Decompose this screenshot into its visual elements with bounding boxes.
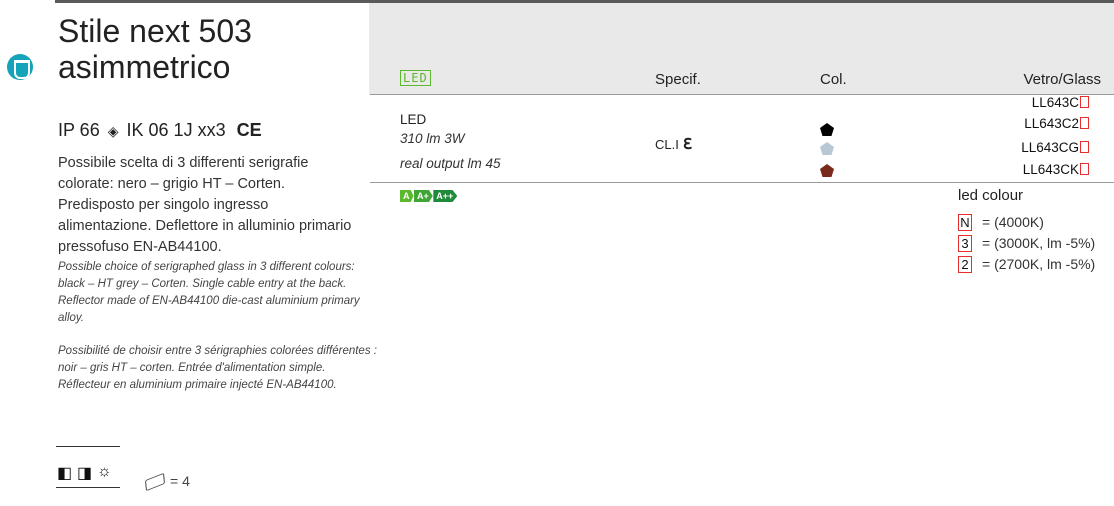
led-colour-placeholder-icon <box>1080 163 1089 175</box>
ce-mark: CE <box>236 120 262 140</box>
table-row-rule <box>370 182 1114 183</box>
legend-key: 2 <box>958 256 972 273</box>
led-spec-output: 310 lm 3W <box>400 131 465 146</box>
led-colour-placeholder-icon <box>1080 141 1089 153</box>
description-italian: Possibile scelta di 3 differenti serigra… <box>58 155 352 255</box>
energy-class-a-plus-plus: A++ <box>433 190 458 202</box>
class-label: CL.I <box>655 137 679 152</box>
package-quantity: = 4 <box>144 473 190 492</box>
color-swatch-grey <box>820 142 834 155</box>
legend-item: 3 = (3000K, lm -5%) <box>958 235 1095 252</box>
protection-ratings: IP 66 ◈ IK 06 1J xx3 CE <box>58 120 262 141</box>
product-code: LL643CG <box>1021 140 1089 155</box>
diamond-icon: ◈ <box>107 123 119 139</box>
led-type: LED <box>400 112 427 127</box>
product-code: LL643C2 <box>1024 116 1089 131</box>
legend-text: = (2700K, lm -5%) <box>982 256 1096 272</box>
description-french: Possibilité de choisir entre 3 sérigraph… <box>58 345 377 391</box>
code-text: LL643CG <box>1021 140 1079 155</box>
legend-text: = (3000K, lm -5%) <box>982 235 1096 251</box>
package-icon <box>144 473 166 492</box>
color-swatch-corten <box>820 164 834 177</box>
class-symbol-icon: ℇ <box>682 136 693 153</box>
header-spec: Specif. <box>655 71 701 88</box>
energy-label: A A+ A++ <box>400 190 458 202</box>
page-title: Stile next 503 asimmetrico <box>58 13 252 85</box>
description-english: Possible choice of serigraphed glass in … <box>58 261 360 324</box>
led-colour-placeholder-icon <box>1080 117 1089 129</box>
led-spec-real-output: real output lm 45 <box>400 156 501 171</box>
title-line-2: asimmetrico <box>58 49 231 85</box>
ik-rating: IK 06 1J xx3 <box>126 120 226 140</box>
energy-class-a: A <box>400 190 414 202</box>
code-text: LL643CK <box>1022 162 1079 177</box>
header-glass: Vetro/Glass <box>1023 71 1101 88</box>
wall-lamp-icon: ◧ <box>57 465 73 482</box>
product-code: LL643CK <box>1023 162 1089 177</box>
ground-light-icon: ☼ <box>97 463 112 480</box>
section-marker-icon <box>7 54 33 80</box>
header-col: Col. <box>820 71 847 88</box>
legend-item: N = (4000K) <box>958 214 1044 231</box>
wall-lamp-light-icon: ◨ <box>77 465 93 482</box>
icons-baseline <box>56 487 120 488</box>
legend-item: 2 = (2700K, lm -5%) <box>958 256 1095 273</box>
ip-rating: IP 66 <box>58 120 100 140</box>
energy-class-a-plus: A+ <box>414 190 433 202</box>
led-header-badge: LED <box>400 70 431 86</box>
table-header-rule <box>370 94 1114 95</box>
led-colour-legend-title: led colour <box>958 187 1024 204</box>
code-text: LL643C <box>1031 95 1079 110</box>
code-text: LL643C2 <box>1024 116 1079 131</box>
color-swatch-black <box>820 123 834 136</box>
led-colour-placeholder-icon <box>1080 96 1089 108</box>
legend-key: N <box>958 214 972 231</box>
legend-text: = (4000K) <box>982 214 1044 230</box>
legend-key: 3 <box>958 235 972 252</box>
title-line-1: Stile next 503 <box>58 13 252 49</box>
product-code: LL643C <box>1032 95 1089 110</box>
divider <box>56 446 120 447</box>
electrical-class: CL.I ℇ <box>655 135 692 153</box>
package-count: = 4 <box>170 473 190 489</box>
